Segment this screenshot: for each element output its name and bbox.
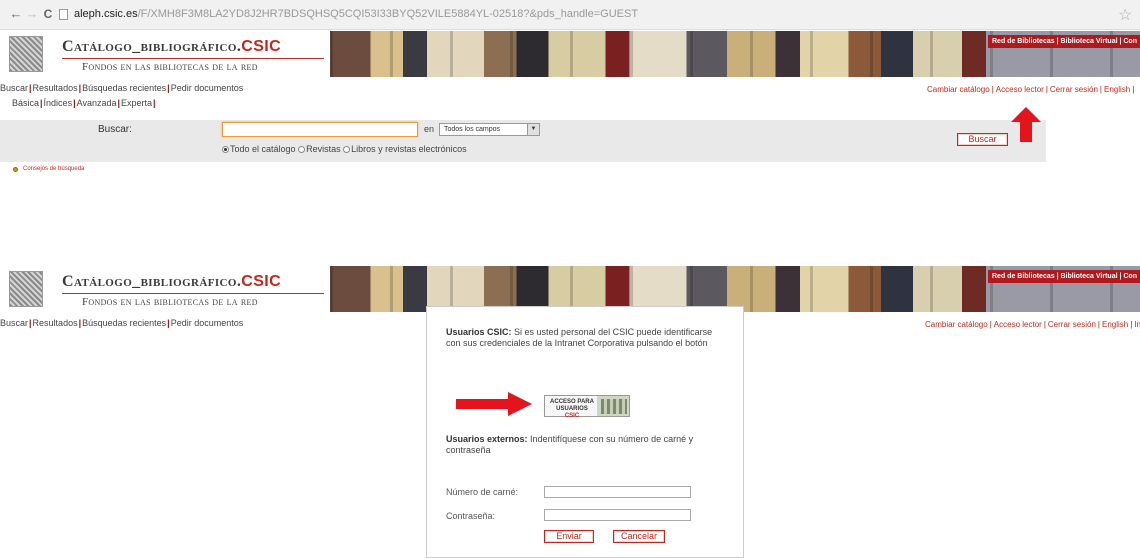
catalog-title[interactable]: Catálogo_bibliográfico.CSIC — [62, 38, 281, 56]
search-button[interactable]: Buscar — [957, 133, 1008, 146]
link-cambiar-catalogo[interactable]: Cambiar catálogo — [927, 85, 990, 94]
cancel-button[interactable]: Cancelar — [613, 530, 665, 543]
card-number-label: Número de carné: — [446, 487, 519, 497]
main-nav: Buscar|Resultados|Búsquedas recientes|Pe… — [0, 83, 244, 93]
tab-indices[interactable]: Índices — [44, 98, 73, 108]
radio-libros-revistas-electronicos[interactable] — [343, 146, 351, 153]
search-type-nav: Básica|Índices|Avanzada|Experta| — [12, 98, 156, 108]
submit-button[interactable]: Enviar — [544, 530, 594, 543]
link-english[interactable]: English — [1104, 85, 1130, 94]
scope-radio-group: Todo el catálogo Revistas Libros y revis… — [222, 144, 467, 154]
nav-pedir-documentos[interactable]: Pedir documentos — [171, 83, 244, 93]
arrow-up-icon — [1011, 107, 1041, 142]
reload-icon[interactable]: C — [40, 6, 56, 22]
link-acceso-lector[interactable]: Acceso lector — [994, 320, 1042, 329]
tab-basica[interactable]: Básica — [12, 98, 39, 108]
external-users-heading: Usuarios externos: — [446, 434, 528, 444]
nav-resultados[interactable]: Resultados — [33, 318, 78, 328]
nav-buscar[interactable]: Buscar — [0, 318, 28, 328]
csic-users-text: Usuarios CSIC: Si es usted personal del … — [446, 327, 713, 348]
nav-buscar[interactable]: Buscar — [0, 83, 28, 93]
link-english[interactable]: English — [1102, 320, 1128, 329]
link-cambiar-catalogo[interactable]: Cambiar catálogo — [925, 320, 988, 329]
bullet-icon — [13, 167, 18, 172]
nav-pedir-documentos[interactable]: Pedir documentos — [171, 318, 244, 328]
radio-label-revistas: Revistas — [306, 144, 341, 154]
bookmark-star-icon[interactable]: ☆ — [1118, 5, 1132, 25]
title-divider — [62, 293, 324, 294]
url-host: aleph.csic.es — [74, 8, 138, 20]
radio-label-todo-catalogo: Todo el catálogo — [230, 144, 296, 154]
catalog-subtitle: Fondos en las bibliotecas de la red — [82, 61, 258, 73]
catalog-subtitle: Fondos en las bibliotecas de la red — [82, 296, 258, 308]
nav-busquedas-recientes[interactable]: Búsquedas recientes — [82, 83, 166, 93]
nav-busquedas-recientes[interactable]: Búsquedas recientes — [82, 318, 166, 328]
address-bar[interactable]: aleph.csic.es/F/XMH8F3M8LA2YD8J2HR7BDSQH… — [74, 8, 638, 20]
network-links[interactable]: Red de Bibliotecas | Biblioteca Virtual … — [988, 35, 1140, 48]
search-input[interactable] — [222, 122, 418, 137]
chevron-down-icon[interactable]: ▼ — [527, 124, 539, 135]
network-links[interactable]: Red de Bibliotecas | Biblioteca Virtual … — [988, 270, 1140, 283]
link-cerrar-sesion[interactable]: Cerrar sesión — [1048, 320, 1096, 329]
user-links-login: Cambiar catálogo | Acceso lector | Cerrar se… — [925, 320, 1140, 329]
tab-experta[interactable]: Experta — [121, 98, 152, 108]
link-cerrar-sesion[interactable]: Cerrar sesión — [1050, 85, 1098, 94]
link-truncated[interactable]: In — [1134, 320, 1140, 329]
back-arrow-icon[interactable]: ← — [8, 6, 24, 22]
url-path: /F/XMH8F3M8LA2YD8J2HR7BDSQHSQ5CQI53I33BY… — [137, 8, 639, 20]
search-tips-link[interactable]: Consejos de búsqueda — [23, 166, 84, 172]
password-label: Contraseña: — [446, 511, 496, 521]
catalog-title[interactable]: Catálogo_bibliográfico.CSIC — [62, 273, 281, 291]
csic-access-button[interactable]: ACCESO PARA USUARIOS CSIC — [544, 395, 630, 419]
external-users-text: Usuarios externos: Indentifíquese con su… — [446, 434, 694, 455]
page-document-icon — [59, 9, 68, 20]
radio-revistas[interactable] — [298, 146, 306, 153]
arrow-right-icon — [456, 392, 532, 416]
card-number-input[interactable] — [544, 486, 691, 498]
link-acceso-lector[interactable]: Acceso lector — [996, 85, 1044, 94]
field-label-en: en — [424, 124, 435, 134]
main-nav-login: Buscar|Resultados|Búsquedas recientes|Pe… — [0, 318, 244, 328]
user-links: Cambiar catálogo | Acceso lector | Cerrar se… — [927, 85, 1135, 94]
catalog-banner: Catálogo_bibliográfico.CSIC Fondos en la… — [0, 31, 1140, 77]
password-input[interactable] — [544, 509, 691, 521]
csic-logo — [9, 271, 43, 307]
tab-avanzada[interactable]: Avanzada — [77, 98, 117, 108]
nav-resultados[interactable]: Resultados — [33, 83, 78, 93]
csic-users-heading: Usuarios CSIC: — [446, 327, 512, 337]
forward-arrow-icon[interactable]: → — [24, 6, 40, 22]
field-select[interactable]: Todos los campos ▼ — [439, 123, 540, 136]
staff-photo — [601, 399, 627, 414]
search-label: Buscar: — [98, 124, 132, 135]
radio-label-libros-revistas: Libros y revistas electrónicos — [351, 144, 467, 154]
title-divider — [62, 58, 324, 59]
csic-logo — [9, 36, 43, 72]
radio-todo-catalogo[interactable] — [222, 146, 229, 153]
field-select-value: Todos los campos — [444, 126, 501, 133]
